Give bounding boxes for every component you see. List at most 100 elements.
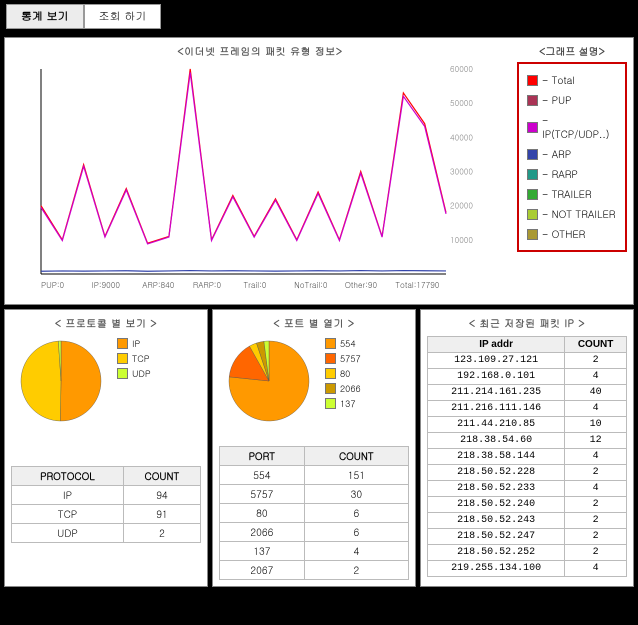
legend-item: - RARP [525, 164, 619, 184]
table-cell: 192.168.0.101 [428, 369, 565, 385]
legend-swatch [325, 353, 336, 364]
table-cell: 91 [123, 505, 200, 524]
table-row: 554151 [220, 466, 409, 485]
table-row: 218.50.52.2522 [428, 545, 627, 561]
table-cell: 30 [304, 485, 408, 504]
legend-item: - OTHER [525, 224, 619, 244]
table-row: 218.50.52.2432 [428, 513, 627, 529]
legend-label: 2066 [340, 382, 361, 395]
table-row: 218.50.52.2334 [428, 481, 627, 497]
legend-item: 137 [323, 396, 363, 411]
table-cell: 218.50.52.247 [428, 529, 565, 545]
legend-swatch [527, 169, 538, 180]
table-cell: UDP [12, 524, 124, 543]
legend-label: 80 [340, 367, 350, 380]
legend-label: - TRAILER [542, 187, 592, 201]
table-header: COUNT [123, 467, 200, 486]
table-row: 20672 [220, 561, 409, 580]
table-cell: 218.50.52.240 [428, 497, 565, 513]
legend-label: 137 [340, 397, 356, 410]
table-row: 211.44.210.8510 [428, 417, 627, 433]
legend-swatch [325, 368, 336, 379]
table-cell: 137 [220, 542, 305, 561]
table-header: PORT [220, 447, 305, 466]
legend-item: 80 [323, 366, 363, 381]
legend-label: UDP [132, 367, 151, 380]
table-row: 211.216.111.1464 [428, 401, 627, 417]
table-cell: 4 [565, 561, 627, 577]
protocol-pie-chart [11, 336, 111, 426]
table-row: 218.50.52.2472 [428, 529, 627, 545]
ip-card: < 최근 저장된 패킷 IP > IP addrCOUNT123.109.27.… [420, 309, 634, 587]
table-cell: 80 [220, 504, 305, 523]
table-cell: 554 [220, 466, 305, 485]
protocol-pie-legend: IPTCPUDP [115, 336, 153, 381]
table-cell: 151 [304, 466, 408, 485]
table-cell: 5757 [220, 485, 305, 504]
legend-swatch [527, 209, 538, 220]
table-row: 218.50.52.2402 [428, 497, 627, 513]
legend-swatch [117, 368, 128, 379]
tab-query[interactable]: 조회 하기 [84, 4, 162, 29]
port-pie-chart [219, 336, 319, 426]
table-cell: 4 [565, 449, 627, 465]
svg-text:60000: 60000 [450, 64, 473, 75]
svg-text:30000: 30000 [450, 167, 473, 178]
table-row: 192.168.0.1014 [428, 369, 627, 385]
table-cell: 2 [123, 524, 200, 543]
ip-table: IP addrCOUNT123.109.27.1212192.168.0.101… [427, 336, 627, 577]
table-cell: TCP [12, 505, 124, 524]
table-cell: 4 [304, 542, 408, 561]
tab-bar: 통계 보기 조회 하기 [0, 0, 638, 33]
legend-item: - NOT TRAILER [525, 204, 619, 224]
legend-item: UDP [115, 366, 153, 381]
table-cell: 40 [565, 385, 627, 401]
legend-swatch [527, 75, 538, 86]
legend-item: - IP(TCP/UDP..) [525, 110, 619, 144]
legend-label: 5757 [340, 352, 361, 365]
table-row: IP94 [12, 486, 201, 505]
tab-stats[interactable]: 통계 보기 [6, 4, 84, 29]
legend-swatch [117, 338, 128, 349]
table-cell: 2 [565, 353, 627, 369]
legend-label: - RARP [542, 167, 578, 181]
legend-swatch [527, 149, 538, 160]
table-cell: 218.38.54.60 [428, 433, 565, 449]
table-cell: 2 [565, 529, 627, 545]
svg-text:RARP:0: RARP:0 [193, 280, 222, 291]
legend-item: 5757 [323, 351, 363, 366]
legend-label: - IP(TCP/UDP..) [542, 113, 617, 141]
table-cell: 2 [565, 545, 627, 561]
legend-label: IP [132, 337, 140, 350]
legend-label: - PUP [542, 93, 571, 107]
table-cell: 2 [304, 561, 408, 580]
table-cell: 4 [565, 481, 627, 497]
line-chart-legend: - Total - PUP - IP(TCP/UDP..) - ARP - RARP - … [517, 62, 627, 252]
legend-title: <그래프 설명> [517, 44, 627, 58]
table-cell: 2067 [220, 561, 305, 580]
table-cell: 218.38.58.144 [428, 449, 565, 465]
svg-text:50000: 50000 [450, 98, 473, 109]
table-row: 1374 [220, 542, 409, 561]
table-cell: 2066 [220, 523, 305, 542]
table-header: IP addr [428, 337, 565, 353]
table-cell: 2 [565, 513, 627, 529]
line-chart-panel: <이더넷 프레임의 패킷 유형 정보> 10000200003000040000… [4, 37, 634, 305]
table-cell: 218.50.52.233 [428, 481, 565, 497]
svg-text:PUP:0: PUP:0 [41, 280, 65, 291]
table-row: 806 [220, 504, 409, 523]
port-card: < 포트 별 열기 > 5545757802066137 PORTCOUNT55… [212, 309, 416, 587]
svg-text:Other:90: Other:90 [345, 280, 378, 291]
legend-item: - ARP [525, 144, 619, 164]
table-row: 218.38.54.6012 [428, 433, 627, 449]
svg-text:10000: 10000 [450, 235, 473, 246]
legend-label: 554 [340, 337, 356, 350]
port-card-title: < 포트 별 열기 > [219, 316, 409, 330]
table-cell: 218.50.52.252 [428, 545, 565, 561]
legend-swatch [325, 398, 336, 409]
legend-item: 554 [323, 336, 363, 351]
ip-card-title: < 최근 저장된 패킷 IP > [427, 316, 627, 330]
legend-swatch [527, 229, 538, 240]
table-row: 211.214.161.23540 [428, 385, 627, 401]
legend-label: - Total [542, 73, 575, 87]
